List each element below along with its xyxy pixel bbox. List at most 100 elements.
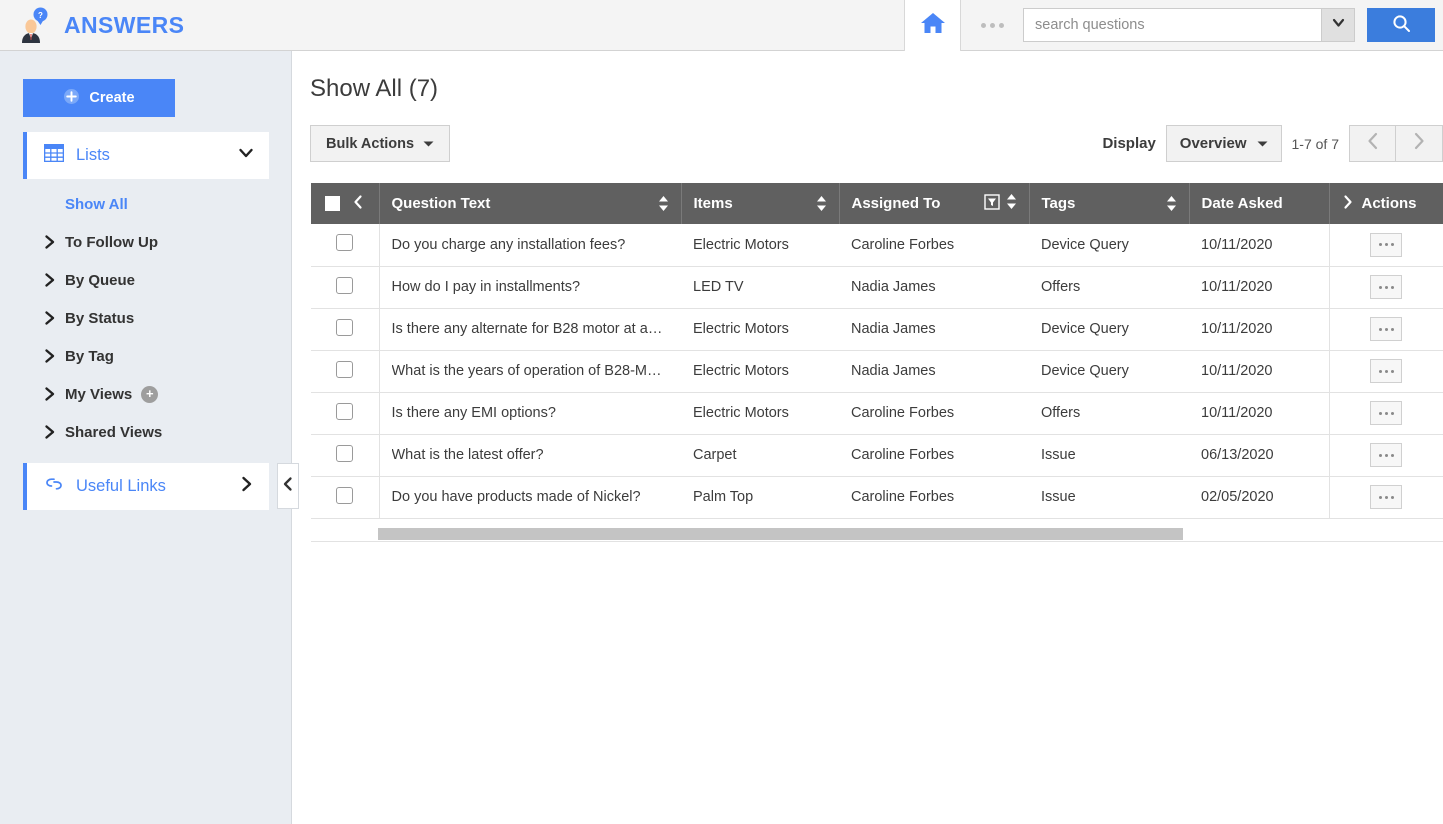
add-view-plus-circle-icon[interactable]: + xyxy=(141,385,159,403)
sidebar-item-my-views[interactable]: My Views + xyxy=(23,375,269,413)
row-actions-button[interactable] xyxy=(1370,485,1403,509)
sidebar-item-label: Shared Views xyxy=(65,423,163,441)
table-horizontal-scrollbar[interactable] xyxy=(311,528,1443,542)
cell-actions xyxy=(1328,224,1443,267)
row-actions-button[interactable] xyxy=(1370,443,1403,467)
row-select-cell xyxy=(311,392,380,435)
sort-updown-icon[interactable] xyxy=(658,195,669,212)
sidebar-item-label: Show All xyxy=(65,195,128,213)
more-menu-button[interactable] xyxy=(961,0,1023,51)
row-checkbox[interactable] xyxy=(336,318,354,336)
table-row[interactable]: What is the latest offer? Carpet Carolin… xyxy=(311,434,1443,477)
row-checkbox[interactable] xyxy=(336,444,354,462)
table-row[interactable]: What is the years of operation of B28-Mo… xyxy=(311,350,1443,393)
next-page-button[interactable] xyxy=(1396,125,1443,162)
cell-tags: Offers xyxy=(1029,266,1189,309)
sidebar-section-useful-links[interactable]: Useful Links xyxy=(23,463,269,510)
sidebar-item-shared-views[interactable]: Shared Views xyxy=(23,413,269,451)
row-select-cell xyxy=(311,476,380,519)
row-checkbox[interactable] xyxy=(336,402,354,420)
row-checkbox[interactable] xyxy=(336,486,354,504)
cell-items: Palm Top xyxy=(681,476,839,519)
row-checkbox[interactable] xyxy=(336,234,354,252)
home-button[interactable] xyxy=(904,0,961,51)
table-row[interactable]: Is there any alternate for B28 motor at … xyxy=(311,308,1443,351)
cell-question-text: How do I pay in installments? xyxy=(379,266,681,309)
chevron-down-icon[interactable] xyxy=(237,144,255,167)
bulk-actions-label: Bulk Actions xyxy=(326,135,415,152)
search-scope-dropdown[interactable] xyxy=(1321,8,1355,42)
sidebar-nav: Lists Show All To Follow Up By Queue By … xyxy=(23,132,269,510)
create-button[interactable]: Create xyxy=(23,79,175,117)
cell-actions xyxy=(1328,434,1443,477)
row-select-cell xyxy=(311,308,380,351)
previous-page-button[interactable] xyxy=(1349,125,1396,162)
chevron-left-icon[interactable] xyxy=(352,194,364,214)
cell-assigned-to: Nadia James xyxy=(839,350,1029,393)
display-mode-value: Overview xyxy=(1179,135,1247,152)
table-row[interactable]: Is there any EMI options? Electric Motor… xyxy=(311,392,1443,435)
cell-tags: Device Query xyxy=(1029,308,1189,351)
cell-date-asked: 02/05/2020 xyxy=(1189,476,1329,519)
row-select-cell xyxy=(311,350,380,393)
sidebar-item-label: By Status xyxy=(65,309,135,327)
cell-date-asked: 10/11/2020 xyxy=(1189,350,1329,393)
cell-items: Electric Motors xyxy=(681,392,839,435)
page-title: Show All (7) xyxy=(310,75,439,102)
column-header-assigned-to[interactable]: Assigned To xyxy=(839,183,1030,224)
cell-date-asked: 10/11/2020 xyxy=(1189,392,1329,435)
sidebar-section-lists[interactable]: Lists xyxy=(23,132,269,179)
select-all-checkbox[interactable] xyxy=(325,196,341,211)
column-header-actions: Actions xyxy=(1329,183,1443,224)
funnel-filter-icon[interactable] xyxy=(983,193,1000,214)
sidebar-section-lists-label: Lists xyxy=(76,146,110,164)
column-label: Assigned To xyxy=(851,195,941,212)
cell-assigned-to: Caroline Forbes xyxy=(839,224,1029,267)
sort-updown-icon[interactable] xyxy=(1166,195,1177,212)
table-row[interactable]: Do you charge any installation fees? Ele… xyxy=(311,224,1443,267)
search-input[interactable] xyxy=(1023,8,1321,42)
search-icon xyxy=(1392,14,1411,36)
column-header-date-asked[interactable]: Date Asked xyxy=(1189,183,1330,224)
brand[interactable]: ? ANSWERS xyxy=(0,6,184,44)
cell-question-text: Is there any EMI options? xyxy=(379,392,681,435)
link-icon xyxy=(44,475,64,498)
sidebar-item-label: By Tag xyxy=(65,347,114,365)
sort-updown-icon[interactable] xyxy=(1006,193,1017,214)
row-actions-button[interactable] xyxy=(1370,275,1403,299)
column-header-question-text[interactable]: Question Text xyxy=(379,183,682,224)
bulk-actions-button[interactable]: Bulk Actions xyxy=(310,125,451,162)
sidebar-item-by-queue[interactable]: By Queue xyxy=(23,261,269,299)
row-actions-button[interactable] xyxy=(1370,359,1403,383)
row-actions-button[interactable] xyxy=(1370,232,1403,257)
chevron-right-icon[interactable] xyxy=(239,475,255,498)
sort-updown-icon[interactable] xyxy=(816,195,827,212)
create-button-label: Create xyxy=(89,90,135,106)
display-mode-dropdown[interactable]: Overview xyxy=(1165,125,1282,162)
sidebar: Create Lists Show All To Follow Up By Qu… xyxy=(0,51,292,824)
chevron-left-icon xyxy=(1365,131,1381,156)
row-checkbox[interactable] xyxy=(336,276,354,294)
sidebar-item-to-follow-up[interactable]: To Follow Up xyxy=(23,223,269,261)
cell-actions xyxy=(1328,308,1443,351)
search-button[interactable] xyxy=(1367,8,1435,42)
cell-actions xyxy=(1328,476,1443,519)
sidebar-item-label: My Views xyxy=(65,385,133,403)
table-row[interactable]: Do you have products made of Nickel? Pal… xyxy=(311,476,1443,519)
header-actions xyxy=(904,0,1443,51)
plus-circle-icon xyxy=(63,88,80,109)
column-header-items[interactable]: Items xyxy=(681,183,840,224)
grid-table-icon xyxy=(43,143,65,167)
row-actions-button[interactable] xyxy=(1370,401,1403,425)
chevron-right-icon xyxy=(43,424,61,440)
sidebar-item-by-status[interactable]: By Status xyxy=(23,299,269,337)
sidebar-collapse-handle[interactable] xyxy=(277,463,299,509)
row-actions-button[interactable] xyxy=(1370,317,1403,341)
chevron-right-icon[interactable] xyxy=(1342,194,1354,214)
table-row[interactable]: How do I pay in installments? LED TV Nad… xyxy=(311,266,1443,309)
scrollbar-thumb[interactable] xyxy=(378,528,1183,540)
row-checkbox[interactable] xyxy=(336,360,354,378)
column-header-tags[interactable]: Tags xyxy=(1029,183,1190,224)
sidebar-item-show-all[interactable]: Show All xyxy=(23,185,269,223)
sidebar-item-by-tag[interactable]: By Tag xyxy=(23,337,269,375)
